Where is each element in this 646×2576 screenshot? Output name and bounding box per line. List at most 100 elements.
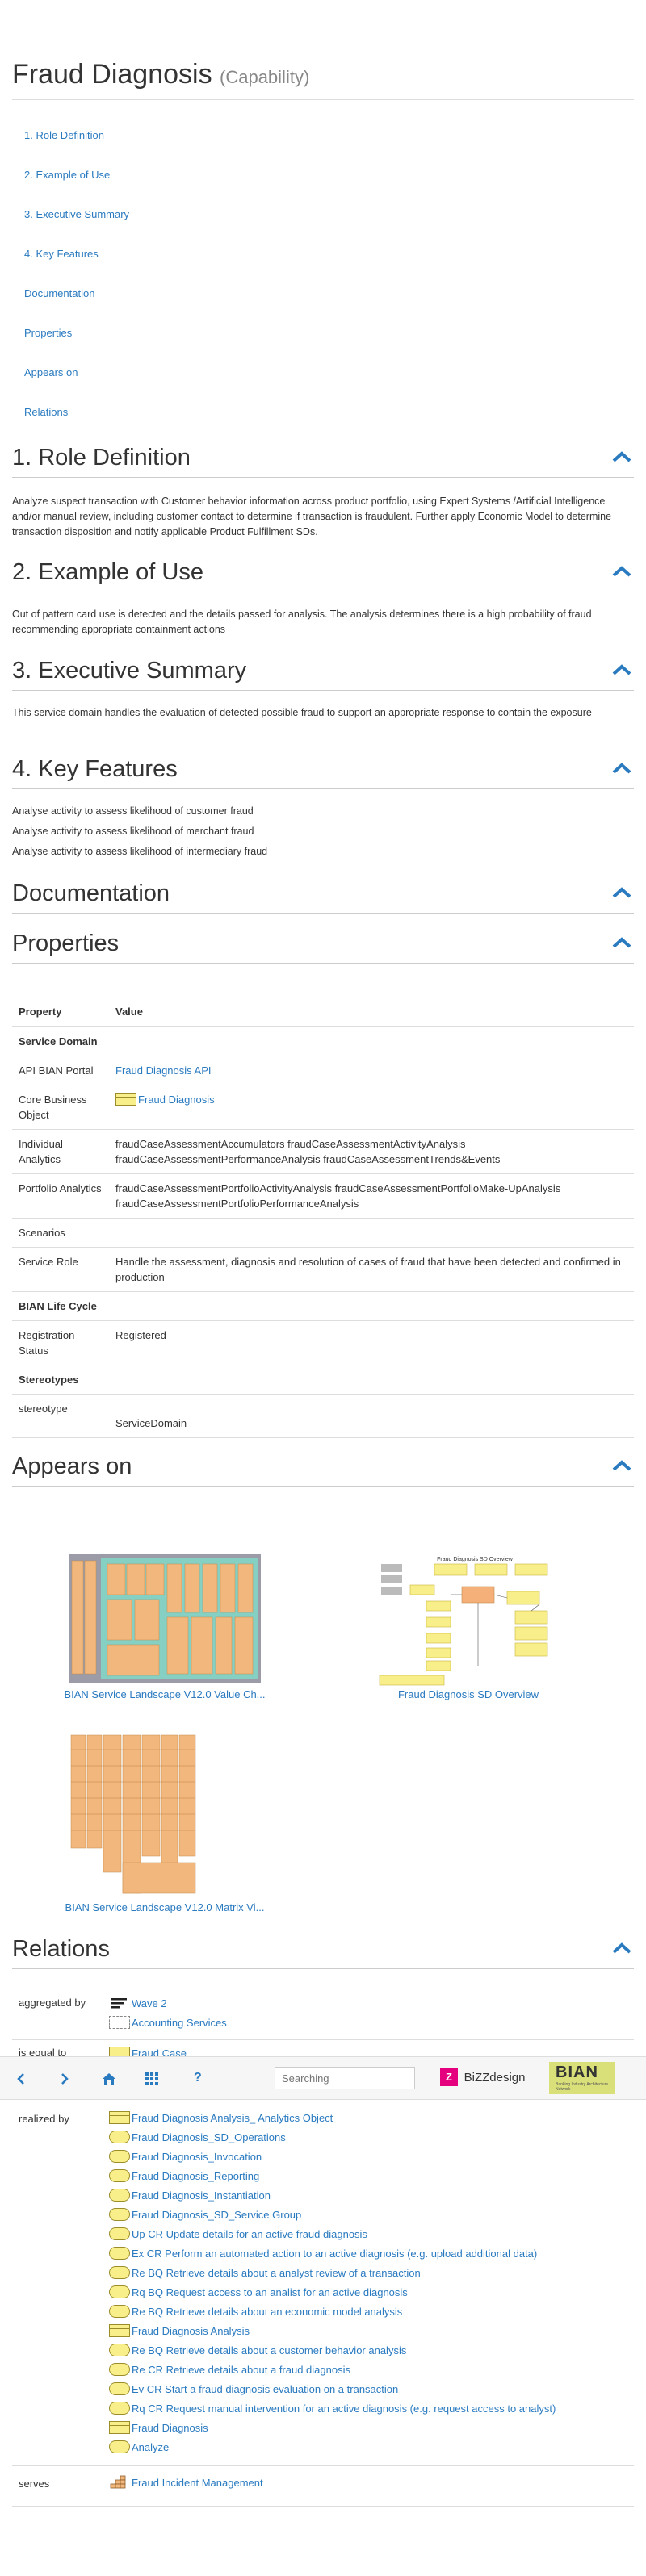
- toc-role-definition[interactable]: 1. Role Definition: [24, 129, 104, 141]
- relation-link[interactable]: Fraud Diagnosis_SD_Operations: [132, 2131, 286, 2143]
- capability-icon: [110, 2475, 126, 2489]
- executive-summary-text: This service domain handles the evaluati…: [12, 707, 592, 718]
- capability-name: Fraud Diagnosis: [12, 59, 212, 90]
- chevron-up-icon[interactable]: [611, 762, 632, 775]
- plateau-icon: [111, 1998, 127, 2009]
- relation-link[interactable]: Accounting Services: [132, 2017, 227, 2029]
- relation-link[interactable]: Fraud Diagnosis_Invocation: [132, 2151, 262, 2163]
- bizzdesign-logo: Z BiZZdesign: [440, 2068, 526, 2089]
- column-header-property: Property: [12, 997, 109, 1027]
- section-title: 4. Key Features: [12, 756, 178, 782]
- relation-link[interactable]: Fraud Incident Management: [132, 2477, 263, 2489]
- key-features-list: Analyse activity to assess likelihood of…: [12, 804, 634, 864]
- relation-link[interactable]: Analyze: [132, 2441, 169, 2453]
- relation-link[interactable]: Rq CR Request manual intervention for an…: [132, 2402, 556, 2415]
- relation-label: serves: [19, 2478, 50, 2490]
- service-icon: [109, 2227, 130, 2240]
- property-value: ServiceDomain: [109, 1394, 634, 1438]
- value-chain-thumbnail[interactable]: [69, 1554, 261, 1683]
- table-row: Registration Status Registered: [12, 1320, 634, 1365]
- section-title: Relations: [12, 1936, 110, 1962]
- page-subtitle: (Capability): [220, 67, 310, 87]
- relation-label: realized by: [19, 2113, 69, 2125]
- properties-table: Property Value Service Domain API BIAN P…: [12, 997, 634, 1438]
- relation-items: Fraud Incident Management: [109, 2474, 263, 2494]
- toc-appears-on[interactable]: Appears on: [24, 366, 78, 378]
- chevron-up-icon[interactable]: [611, 1459, 632, 1472]
- service-icon: [109, 2131, 130, 2143]
- list-item: Fraud Incident Management: [109, 2474, 263, 2494]
- table-row: Portfolio Analytics fraudCaseAssessmentP…: [12, 1173, 634, 1219]
- relation-label: aggregated by: [19, 1997, 86, 2009]
- relation-link[interactable]: Fraud Diagnosis Analysis: [132, 2325, 250, 2337]
- matrix-view-thumbnail[interactable]: [69, 1733, 199, 1895]
- section-title: Properties: [12, 930, 120, 956]
- section-title: Appears on: [12, 1453, 132, 1479]
- back-arrow-icon[interactable]: [16, 2073, 26, 2085]
- relation-link[interactable]: Fraud Diagnosis: [132, 2422, 208, 2434]
- appears-on-link[interactable]: BIAN Service Landscape V12.0 Value Ch...: [27, 1688, 302, 1700]
- relation-link[interactable]: Up CR Update details for an active fraud…: [132, 2228, 367, 2240]
- chevron-up-icon[interactable]: [611, 450, 632, 463]
- relation-link[interactable]: Fraud Diagnosis_Instantiation: [132, 2189, 271, 2202]
- property-value: Registered: [109, 1320, 634, 1365]
- forward-arrow-icon[interactable]: [60, 2073, 69, 2085]
- list-item: Fraud Diagnosis_Instantiation: [109, 2187, 556, 2206]
- bian-logo-tagline: Banking Industry Architecture Network: [556, 2082, 609, 2092]
- chevron-up-icon[interactable]: [611, 663, 632, 676]
- page-title: Fraud Diagnosis (Capability): [12, 58, 634, 94]
- relation-items: Fraud Diagnosis Analysis_ Analytics Obje…: [109, 2110, 556, 2458]
- property-value: [109, 1218, 634, 1248]
- relation-link[interactable]: Rq BQ Request access to an analist for a…: [132, 2286, 408, 2298]
- service-icon: [109, 2169, 130, 2182]
- table-row: Core Business Object Fraud Diagnosis: [12, 1085, 634, 1130]
- relation-link[interactable]: Fraud Diagnosis Analysis_ Analytics Obje…: [132, 2112, 333, 2124]
- list-item: Fraud Diagnosis_Invocation: [109, 2148, 556, 2168]
- list-item: Fraud Diagnosis_Reporting: [109, 2168, 556, 2187]
- chevron-up-icon[interactable]: [611, 936, 632, 949]
- toc-properties[interactable]: Properties: [24, 327, 72, 339]
- relation-link[interactable]: Re BQ Retrieve details about an economic…: [132, 2306, 402, 2318]
- bizzdesign-logo-mark: Z: [440, 2068, 458, 2086]
- business-object-icon: [109, 2421, 130, 2434]
- relation-link[interactable]: Ev CR Start a fraud diagnosis evaluation…: [132, 2383, 398, 2395]
- chevron-up-icon[interactable]: [611, 565, 632, 578]
- relation-link[interactable]: Re BQ Retrieve details about a analyst r…: [132, 2267, 421, 2279]
- search-input[interactable]: [275, 2067, 415, 2089]
- relation-link[interactable]: Ex CR Perform an automated action to an …: [132, 2248, 537, 2260]
- sd-overview-thumbnail[interactable]: Fraud Diagnosis SD Overview: [378, 1553, 572, 1690]
- api-link[interactable]: Fraud Diagnosis API: [115, 1064, 212, 1077]
- feature-item: Analyse activity to assess likelihood of…: [12, 805, 254, 817]
- relation-link[interactable]: Re BQ Retrieve details about a customer …: [132, 2344, 406, 2356]
- table-row: Scenarios: [12, 1218, 634, 1248]
- toc-documentation[interactable]: Documentation: [24, 287, 94, 299]
- appears-on-link[interactable]: BIAN Service Landscape V12.0 Matrix Vi..…: [27, 1901, 302, 1913]
- relation-link[interactable]: Fraud Diagnosis_SD_Service Group: [132, 2209, 301, 2221]
- section-executive-summary: 3. Executive Summary: [12, 655, 634, 691]
- help-icon[interactable]: ?: [194, 2071, 202, 2085]
- home-icon[interactable]: [102, 2072, 116, 2085]
- service-icon: [109, 2247, 130, 2260]
- bottom-navigation-bar: ? Z BiZZdesign BIAN Banking Industry Arc…: [0, 2056, 646, 2100]
- grid-menu-icon[interactable]: [145, 2072, 158, 2085]
- toc-example-of-use[interactable]: 2. Example of Use: [24, 169, 110, 181]
- list-item: Fraud Diagnosis: [109, 2419, 556, 2439]
- toc-executive-summary[interactable]: 3. Executive Summary: [24, 208, 129, 220]
- core-business-object-link[interactable]: Fraud Diagnosis: [138, 1094, 215, 1106]
- relation-link[interactable]: Fraud Diagnosis_Reporting: [132, 2170, 259, 2182]
- service-icon: [109, 2305, 130, 2318]
- toc-relations[interactable]: Relations: [24, 406, 68, 418]
- list-item: Up CR Update details for an active fraud…: [109, 2226, 556, 2245]
- group-service-domain: Service Domain: [12, 1027, 634, 1056]
- appears-on-link[interactable]: Fraud Diagnosis SD Overview: [331, 1688, 606, 1700]
- bizzdesign-logo-text: BiZZdesign: [464, 2070, 526, 2085]
- table-row: Service Role Handle the assessment, diag…: [12, 1247, 634, 1292]
- chevron-up-icon[interactable]: [611, 886, 632, 899]
- table-row: Service Domain: [12, 1027, 634, 1056]
- relation-link[interactable]: Re CR Retrieve details about a fraud dia…: [132, 2364, 350, 2376]
- list-item: Accounting Services: [109, 2014, 227, 2034]
- toc-key-features[interactable]: 4. Key Features: [24, 248, 99, 260]
- chevron-up-icon[interactable]: [611, 1942, 632, 1955]
- group-life-cycle: BIAN Life Cycle: [12, 1291, 634, 1321]
- relation-link[interactable]: Wave 2: [132, 1997, 167, 2009]
